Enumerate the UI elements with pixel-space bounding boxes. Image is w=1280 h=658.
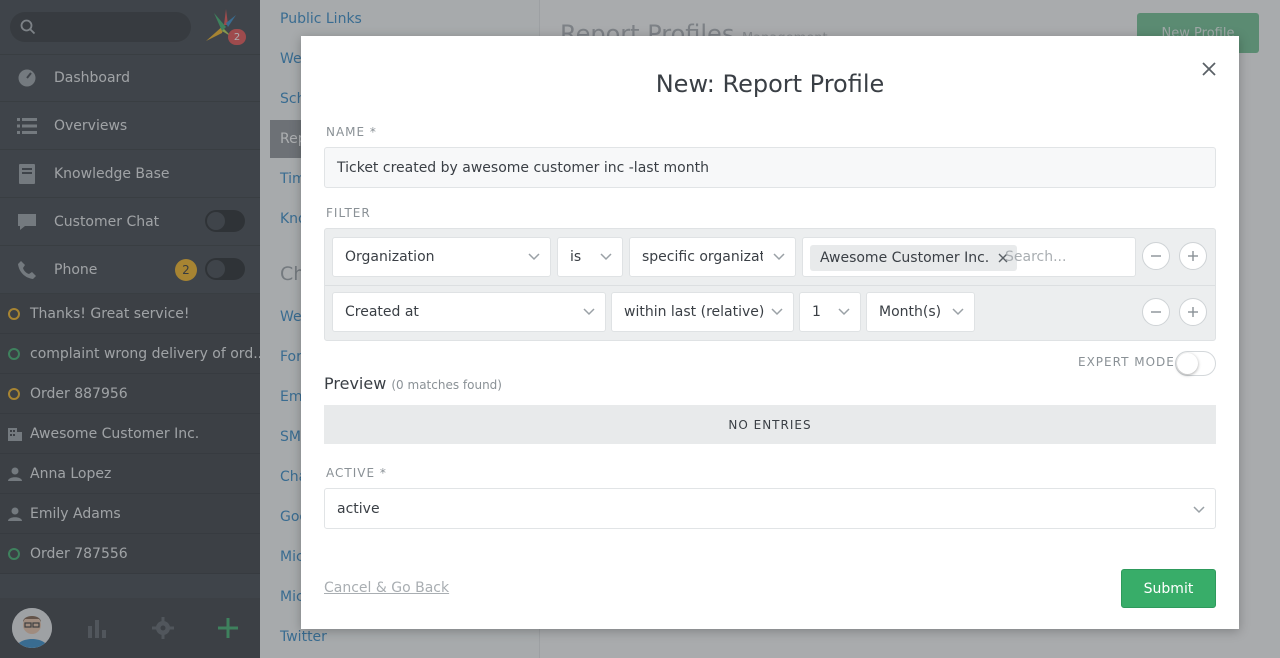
select-value: Organization [345, 249, 435, 265]
chevron-down-icon [773, 253, 785, 261]
preview-label: Preview [324, 374, 387, 393]
active-select[interactable]: active [324, 488, 1216, 529]
select-value: active [337, 500, 380, 517]
filter-mode-select[interactable]: specific organization [629, 237, 796, 277]
remove-condition-button[interactable] [1142, 298, 1170, 326]
submit-button[interactable]: Submit [1121, 569, 1216, 608]
select-value: Month(s) [879, 304, 942, 320]
remove-condition-button[interactable] [1142, 242, 1170, 270]
filter-conditions: Organization is specific organization Aw… [324, 228, 1216, 341]
expert-mode-label: EXPERT MODE [1078, 355, 1175, 369]
add-condition-button[interactable] [1179, 298, 1207, 326]
select-value: 1 [812, 304, 821, 320]
select-value: is [570, 249, 582, 265]
plus-icon [1188, 307, 1198, 317]
select-value: specific organization [642, 249, 763, 265]
minus-icon [1151, 255, 1161, 257]
filter-value-select[interactable]: 1 [799, 292, 861, 332]
filter-operator-select[interactable]: is [557, 237, 623, 277]
modal-title: New: Report Profile [655, 70, 885, 98]
select-value: within last (relative) [624, 304, 765, 320]
divider [325, 285, 1215, 286]
add-condition-button[interactable] [1179, 242, 1207, 270]
name-field[interactable]: Ticket created by awesome customer inc -… [324, 147, 1216, 188]
filter-attribute-select[interactable]: Organization [332, 237, 551, 277]
cancel-go-back-link[interactable]: Cancel & Go Back [324, 580, 449, 596]
filter-label: Filter [326, 206, 371, 220]
organization-search-input[interactable] [1005, 238, 1125, 276]
chevron-down-icon [838, 308, 850, 316]
minus-icon [1151, 311, 1161, 313]
chevron-down-icon [952, 308, 964, 316]
plus-icon [1188, 251, 1198, 261]
new-report-profile-modal: New: Report Profile Name * Ticket create… [301, 36, 1239, 629]
organization-token-input[interactable]: Awesome Customer Inc. [802, 237, 1136, 277]
chevron-down-icon [771, 308, 783, 316]
filter-operator-select[interactable]: within last (relative) [611, 292, 794, 332]
preview-count: (0 matches found) [391, 378, 502, 392]
filter-unit-select[interactable]: Month(s) [866, 292, 975, 332]
chevron-down-icon [528, 253, 540, 261]
organization-tag: Awesome Customer Inc. [810, 245, 1018, 271]
preview-heading: Preview (0 matches found) [324, 374, 502, 393]
active-label: Active * [326, 466, 387, 480]
chevron-down-icon [583, 308, 595, 316]
close-icon[interactable] [1198, 58, 1220, 80]
expert-mode-toggle[interactable] [1175, 351, 1216, 376]
preview-empty-state: NO ENTRIES [324, 405, 1216, 444]
tag-label: Awesome Customer Inc. [820, 250, 990, 266]
select-value: Created at [345, 304, 419, 320]
chevron-down-icon [1193, 506, 1205, 514]
name-label: Name * [326, 125, 377, 139]
filter-attribute-select[interactable]: Created at [332, 292, 606, 332]
chevron-down-icon [600, 253, 612, 261]
